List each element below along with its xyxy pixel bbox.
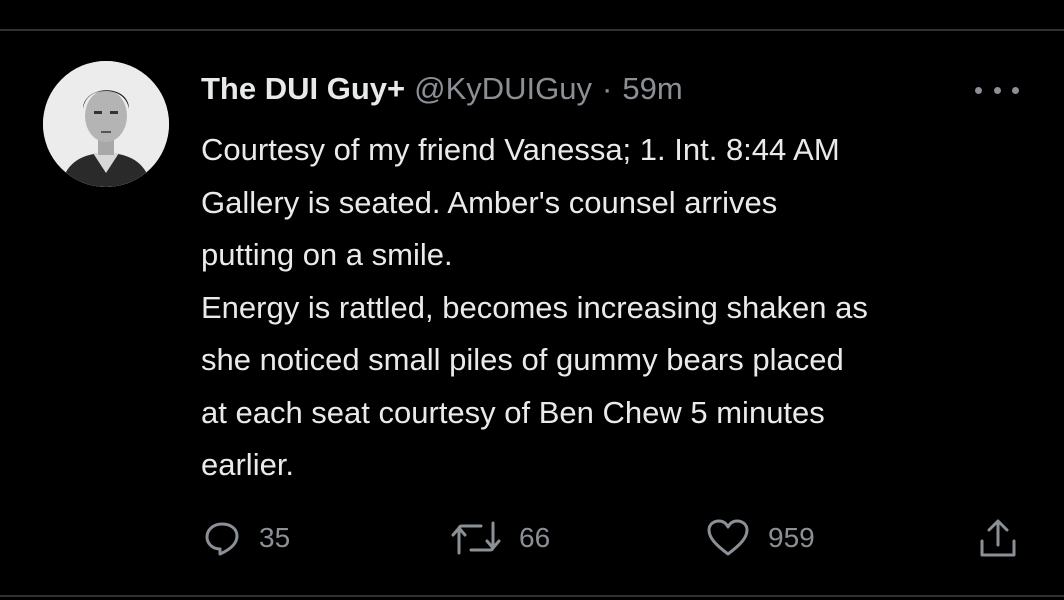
- like-button[interactable]: 959: [706, 513, 815, 563]
- display-name[interactable]: The DUI Guy+: [201, 69, 405, 109]
- reply-icon: [205, 522, 239, 556]
- share-button[interactable]: [978, 513, 1018, 563]
- retweet-icon: [451, 521, 501, 555]
- reply-count: 35: [259, 522, 291, 553]
- heart-icon: [707, 519, 749, 556]
- avatar[interactable]: [43, 61, 169, 187]
- more-dot: [975, 86, 982, 94]
- separator-dot: ·: [602, 71, 613, 106]
- retweet-count: 66: [519, 522, 551, 553]
- more-options-icon[interactable]: [975, 83, 1019, 97]
- user-handle[interactable]: @KyDUIGuy: [414, 69, 592, 109]
- more-dot: [993, 86, 1001, 94]
- bottom-divider: [0, 595, 1064, 597]
- more-dot: [1012, 86, 1019, 94]
- avatar-image: [43, 61, 169, 187]
- like-count: 959: [768, 522, 815, 553]
- retweet-button[interactable]: 66: [451, 513, 550, 563]
- tweet[interactable]: The DUI Guy+ @KyDUIGuy · 59m Courtesy of…: [0, 31, 1064, 595]
- tweet-header: The DUI Guy+ @KyDUIGuy · 59m: [201, 69, 683, 109]
- reply-button[interactable]: 35: [203, 513, 290, 563]
- timestamp[interactable]: 59m: [622, 69, 682, 109]
- share-icon: [980, 519, 1016, 557]
- action-bar: 35 66 959: [0, 513, 1064, 563]
- tweet-text: Courtesy of my friend Vanessa; 1. Int. 8…: [201, 132, 868, 482]
